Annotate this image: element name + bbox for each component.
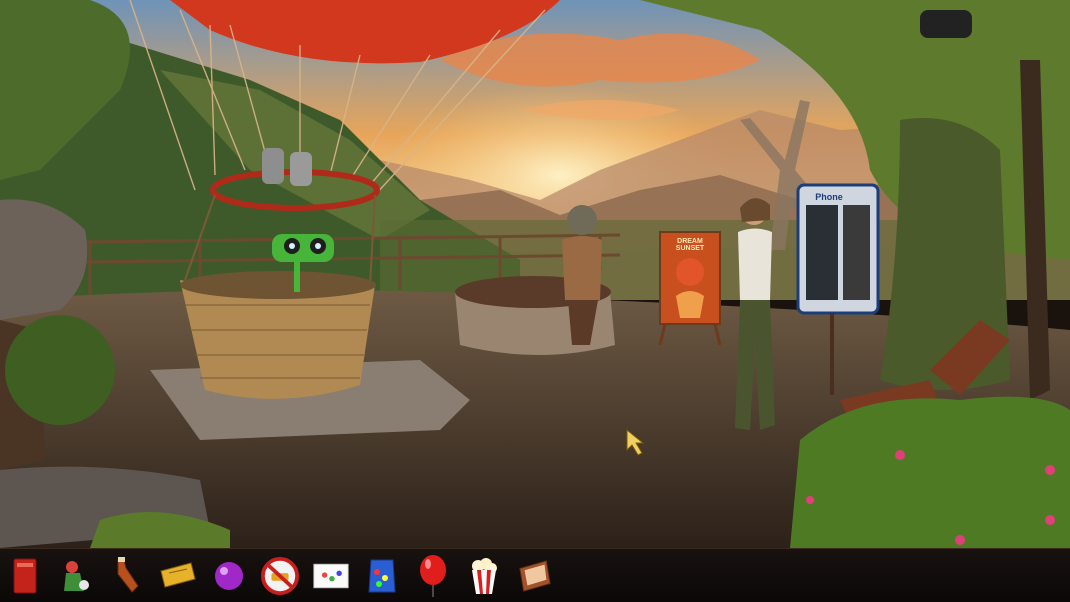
red-book-icon — [13, 558, 37, 593]
poster-board-hotspot[interactable] — [658, 230, 722, 345]
popcorn-icon — [472, 557, 497, 594]
game-scene[interactable]: Phone DREAM SUNSET — [0, 0, 1070, 548]
young-woman-hotspot[interactable] — [730, 195, 780, 435]
inventory-sauce-bottle[interactable] — [108, 554, 146, 598]
purple-ball-icon — [215, 561, 243, 590]
red-balloon-icon — [420, 554, 446, 597]
inventory-purple-ball[interactable] — [210, 554, 248, 598]
bench-hotspot[interactable] — [838, 318, 1013, 448]
photo-frame-icon — [519, 559, 551, 592]
inventory-ticket[interactable] — [159, 554, 197, 598]
inventory-popcorn[interactable] — [465, 554, 503, 598]
inventory-no-car-sign[interactable] — [261, 554, 299, 598]
inventory-greeting-card[interactable] — [312, 554, 350, 598]
phone-booth-hotspot[interactable] — [796, 183, 880, 315]
candy-bag-icon — [368, 559, 396, 592]
no-car-sign-icon — [261, 556, 299, 595]
stone-well-hotspot[interactable] — [455, 275, 615, 355]
inventory-candy-bag[interactable] — [363, 554, 401, 598]
greeting-card-icon — [313, 563, 349, 588]
ticket-icon — [160, 561, 196, 588]
sauce-bottle-icon — [117, 556, 139, 593]
inventory-red-book[interactable] — [6, 554, 44, 598]
scene-art — [0, 0, 1070, 548]
inventory-red-balloon[interactable] — [414, 554, 452, 598]
street-lamp-hotspot[interactable] — [915, 5, 977, 45]
toy-figurine-icon — [64, 560, 89, 591]
inventory-photo-frame[interactable] — [516, 554, 554, 598]
green-robot-hotspot[interactable] — [270, 230, 336, 292]
inventory-toy-figurine[interactable] — [57, 554, 95, 598]
inventory-bar — [0, 548, 1070, 602]
